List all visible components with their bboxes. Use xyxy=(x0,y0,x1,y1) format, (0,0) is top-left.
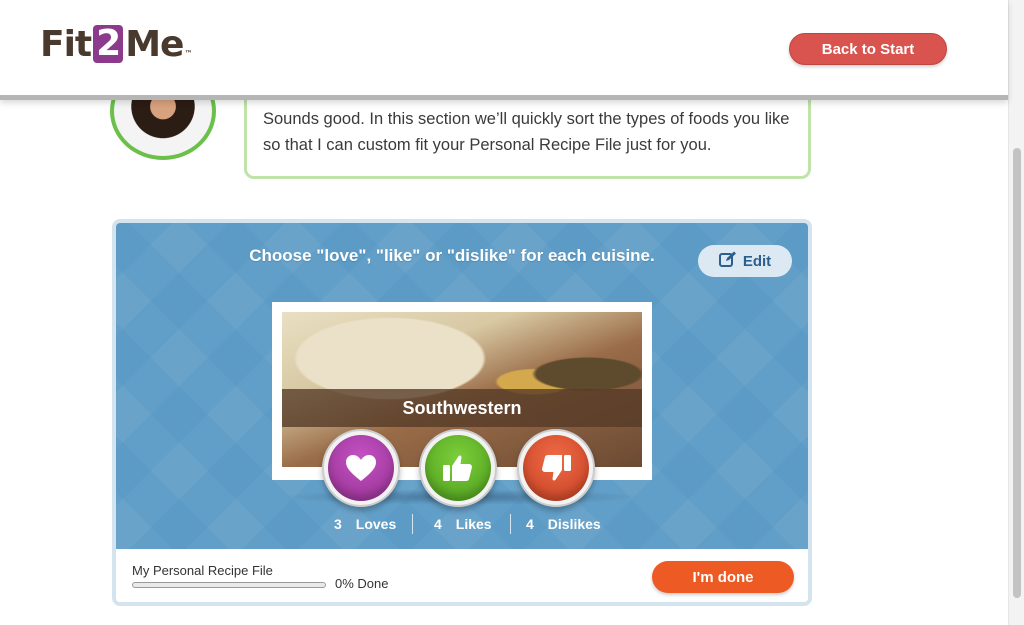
logo-text-fit: Fit xyxy=(40,23,92,65)
progress-percent: 0% Done xyxy=(335,576,389,591)
edit-icon xyxy=(718,251,737,271)
count-divider xyxy=(510,514,511,534)
thumbs-down-icon xyxy=(542,455,571,481)
back-to-start-button[interactable]: Back to Start xyxy=(789,33,947,65)
heart-icon xyxy=(346,455,376,481)
header: Fit 2 Me ™ Back to Start xyxy=(0,0,1008,100)
dislikes-count: 4 Dislikes xyxy=(526,516,601,532)
page-scrollbar[interactable] xyxy=(1008,0,1024,625)
like-button-face xyxy=(425,435,491,501)
dislike-button[interactable] xyxy=(517,429,595,507)
sorter-instruction: Choose "love", "like" or "dislike" for e… xyxy=(249,246,655,265)
progress-bar xyxy=(132,582,326,588)
love-button-face xyxy=(328,435,394,501)
coach-message: Sounds good. In this section we’ll quick… xyxy=(263,110,790,154)
thumbs-up-icon xyxy=(443,455,472,481)
edit-button[interactable]: Edit xyxy=(698,245,792,277)
im-done-button[interactable]: I'm done xyxy=(652,561,794,593)
count-divider xyxy=(412,514,413,534)
edit-label: Edit xyxy=(742,252,772,270)
recipe-file-label: My Personal Recipe File xyxy=(132,563,273,578)
likes-count: 4 Likes xyxy=(434,516,492,532)
logo-tm: ™ xyxy=(184,49,192,58)
logo-text-2: 2 xyxy=(93,25,124,63)
love-button[interactable] xyxy=(322,429,400,507)
choice-counts: 3 Loves 4 Likes 4 Dislikes xyxy=(116,514,808,536)
cuisine-sorter-card: Choose "love", "like" or "dislike" for e… xyxy=(112,219,812,606)
sorter-panel: Choose "love", "like" or "dislike" for e… xyxy=(116,223,808,549)
progress-footer: My Personal Recipe File 0% Done I'm done xyxy=(116,549,808,602)
likes-count-value: 4 xyxy=(434,516,442,532)
scrollbar-thumb[interactable] xyxy=(1013,148,1021,598)
likes-count-label: Likes xyxy=(455,516,492,532)
logo-text-me: Me xyxy=(125,23,184,65)
cuisine-name: Southwestern xyxy=(282,389,642,427)
dislikes-count-label: Dislikes xyxy=(547,516,601,532)
loves-count: 3 Loves xyxy=(334,516,396,532)
dislike-button-face xyxy=(523,435,589,501)
like-button[interactable] xyxy=(419,429,497,507)
loves-count-label: Loves xyxy=(355,516,397,532)
loves-count-value: 3 xyxy=(334,516,342,532)
coach-speech-bubble: Sounds good. In this section we’ll quick… xyxy=(244,92,811,179)
fit2me-logo[interactable]: Fit 2 Me ™ xyxy=(40,23,192,65)
dislikes-count-value: 4 xyxy=(526,516,534,532)
